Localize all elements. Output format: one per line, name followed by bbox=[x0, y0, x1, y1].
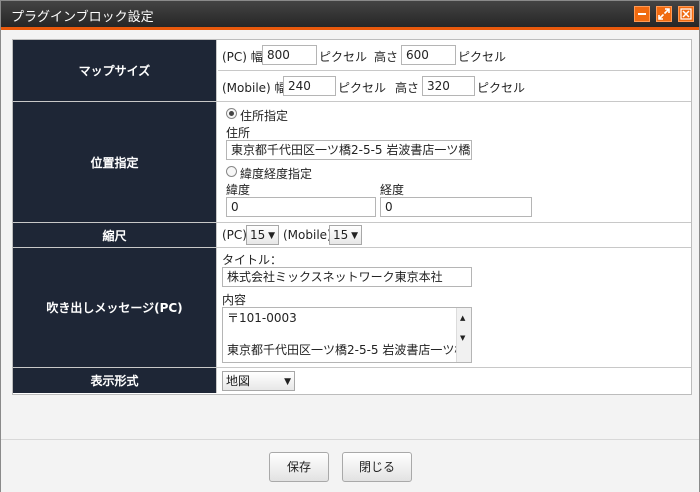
divider bbox=[218, 70, 691, 71]
balloon-row: 吹き出しメッセージ(PC) タイトル： 株式会社ミックスネットワーク東京本社 内… bbox=[13, 248, 691, 368]
scale-mobile-select[interactable]: 15 ▼ bbox=[329, 225, 362, 245]
close-dialog-button[interactable]: 閉じる bbox=[342, 452, 412, 482]
display-format-select[interactable]: 地図 ▼ bbox=[222, 371, 295, 391]
scroll-down-icon[interactable]: ▼ bbox=[460, 330, 465, 346]
dialog-footer: 保存 閉じる bbox=[1, 439, 699, 492]
pc-height-unit: ピクセル bbox=[458, 50, 507, 64]
pc-width-prefix: (PC) 幅 bbox=[222, 50, 263, 64]
mobile-width-prefix: (Mobile) 幅 bbox=[222, 81, 287, 95]
scale-mobile-label: (Mobile) bbox=[283, 228, 332, 242]
lat-label: 緯度 bbox=[226, 183, 251, 197]
chevron-down-icon: ▼ bbox=[284, 377, 291, 387]
map-size-row: マップサイズ (PC) 幅 800 ピクセル 高さ 600 ピクセル (Mobi… bbox=[13, 40, 691, 102]
pc-height-input[interactable]: 600 bbox=[401, 45, 456, 65]
map-size-label: マップサイズ bbox=[13, 40, 217, 101]
chevron-down-icon: ▼ bbox=[268, 231, 275, 241]
lng-input[interactable]: 0 bbox=[380, 197, 532, 217]
display-format-value: 地図 bbox=[226, 374, 251, 388]
content-line-1: 〒101-0003 bbox=[227, 311, 297, 325]
scale-pc-select[interactable]: 15 ▼ bbox=[246, 225, 279, 245]
dialog-title: プラグインブロック設定 bbox=[11, 10, 154, 25]
mobile-height-label: 高さ bbox=[395, 81, 420, 95]
balloon-title-label: タイトル： bbox=[222, 253, 283, 267]
plugin-block-settings-dialog: プラグインブロック設定 マップサイズ (PC) 幅 800 ピクセル 高さ 60… bbox=[0, 0, 700, 492]
balloon-content-label: 内容 bbox=[222, 293, 247, 307]
balloon-content-textarea[interactable]: 〒101-0003 東京都千代田区一ツ橋2-5-5 岩波書店一ツ橋ビ ▲ ▼ bbox=[222, 307, 472, 363]
minus-icon bbox=[638, 13, 646, 15]
latlng-radio[interactable] bbox=[226, 166, 237, 177]
minimize-button[interactable] bbox=[634, 6, 650, 22]
settings-form: マップサイズ (PC) 幅 800 ピクセル 高さ 600 ピクセル (Mobi… bbox=[12, 39, 692, 395]
content-line-2: 東京都千代田区一ツ橋2-5-5 岩波書店一ツ橋ビ bbox=[227, 343, 472, 357]
position-label: 位置指定 bbox=[13, 102, 217, 222]
address-label: 住所 bbox=[226, 126, 251, 140]
scroll-up-icon[interactable]: ▲ bbox=[460, 310, 465, 326]
pc-width-input[interactable]: 800 bbox=[262, 45, 317, 65]
mobile-height-unit: ピクセル bbox=[477, 81, 526, 95]
scale-row: 縮尺 (PC) 15 ▼ (Mobile) 15 ▼ bbox=[13, 223, 691, 248]
display-format-label: 表示形式 bbox=[13, 368, 217, 393]
scale-label: 縮尺 bbox=[13, 223, 217, 247]
expand-icon bbox=[658, 8, 670, 20]
close-button[interactable] bbox=[678, 6, 694, 22]
scale-mobile-value: 15 bbox=[333, 228, 349, 242]
textarea-scrollbar[interactable]: ▲ ▼ bbox=[456, 308, 471, 362]
balloon-title-input[interactable]: 株式会社ミックスネットワーク東京本社 bbox=[222, 267, 472, 287]
scale-pc-label: (PC) bbox=[222, 228, 247, 242]
chevron-down-icon: ▼ bbox=[351, 231, 358, 241]
address-option-label: 住所指定 bbox=[240, 109, 289, 123]
mobile-height-input[interactable]: 320 bbox=[422, 76, 475, 96]
address-input[interactable]: 東京都千代田区一ツ橋2-5-5 岩波書店一ツ橋ビル14F bbox=[226, 140, 472, 160]
lng-label: 経度 bbox=[380, 183, 405, 197]
lat-input[interactable]: 0 bbox=[226, 197, 376, 217]
close-icon bbox=[680, 8, 692, 20]
display-format-row: 表示形式 地図 ▼ bbox=[13, 368, 691, 393]
latlng-option-label: 緯度経度指定 bbox=[240, 167, 313, 181]
scale-pc-value: 15 bbox=[250, 228, 266, 242]
position-row: 位置指定 住所指定 住所 東京都千代田区一ツ橋2-5-5 岩波書店一ツ橋ビル14… bbox=[13, 102, 691, 223]
mobile-width-unit: ピクセル bbox=[338, 81, 387, 95]
maximize-button[interactable] bbox=[656, 6, 672, 22]
balloon-label: 吹き出しメッセージ(PC) bbox=[13, 248, 217, 367]
pc-height-label: 高さ bbox=[374, 50, 399, 64]
pc-width-unit: ピクセル bbox=[319, 50, 368, 64]
title-bar[interactable]: プラグインブロック設定 bbox=[1, 1, 699, 30]
mobile-width-input[interactable]: 240 bbox=[283, 76, 336, 96]
address-radio[interactable] bbox=[226, 108, 237, 119]
save-button[interactable]: 保存 bbox=[269, 452, 329, 482]
